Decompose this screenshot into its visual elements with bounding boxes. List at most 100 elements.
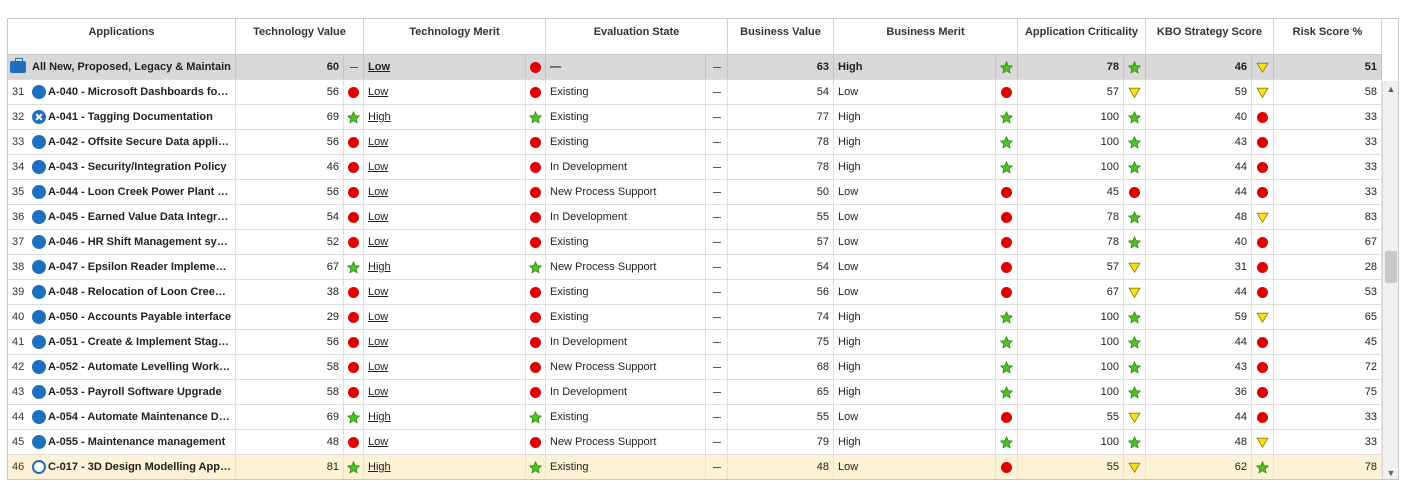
tech-merit[interactable]: Low: [364, 230, 526, 254]
table-row[interactable]: 34 A-043 - Security/Integration Policy 46 L…: [8, 155, 1382, 180]
kbo-score: 44: [1146, 180, 1252, 204]
application-name-text: A-048 - Relocation of Loon Creek Office: [48, 286, 231, 298]
kbo-score-text: 48: [1234, 211, 1247, 223]
application-name[interactable]: A-053 - Payroll Software Upgrade: [30, 380, 236, 404]
column-header-application-criticality[interactable]: Application Criticality: [1018, 19, 1146, 55]
table-row[interactable]: 33 A-042 - Offsite Secure Data applicatio…: [8, 130, 1382, 155]
tech-merit[interactable]: Low: [364, 330, 526, 354]
business-merit-text: High: [838, 111, 861, 123]
application-name[interactable]: C-017 - 3D Design Modelling Application: [30, 455, 236, 479]
row-number-text: 43: [12, 386, 25, 398]
tech-merit-link[interactable]: Low: [368, 336, 388, 348]
tech-merit-link[interactable]: Low: [368, 311, 388, 323]
tech-merit[interactable]: High: [364, 405, 526, 429]
application-name[interactable]: A-051 - Create & Implement Staging: [30, 330, 236, 354]
criticality: 57: [1018, 80, 1124, 104]
summary-row[interactable]: All New, Proposed, Legacy & Maintain 60 Lo…: [8, 55, 1382, 80]
tech-merit-link[interactable]: Low: [368, 286, 388, 298]
scroll-thumb[interactable]: [1385, 251, 1397, 283]
yellow-triangle-icon: [1128, 461, 1141, 474]
tech-merit[interactable]: Low: [364, 205, 526, 229]
tech-merit[interactable]: Low: [364, 280, 526, 304]
column-header-risk-score[interactable]: Risk Score %: [1274, 19, 1382, 55]
application-name[interactable]: A-054 - Automate Maintenance Dispatch: [30, 405, 236, 429]
tech-merit-link[interactable]: High: [368, 461, 391, 473]
column-header-technology-merit[interactable]: Technology Merit: [364, 19, 546, 55]
tech-merit[interactable]: Low: [364, 130, 526, 154]
column-header-applications[interactable]: Applications: [8, 19, 236, 55]
application-name[interactable]: A-055 - Maintenance management: [30, 430, 236, 454]
tech-merit[interactable]: Low: [364, 380, 526, 404]
filled-circle-icon: [32, 285, 46, 299]
business-merit-text: Low: [838, 236, 859, 248]
tech-merit[interactable]: Low: [364, 180, 526, 204]
criticality: 45: [1018, 180, 1124, 204]
application-name[interactable]: A-042 - Offsite Secure Data application: [30, 130, 236, 154]
yellow-triangle-icon: [1128, 411, 1141, 424]
tech-value-icon: [344, 405, 364, 429]
vertical-scrollbar[interactable]: ▲ ▼: [1382, 81, 1398, 479]
risk-score: 33: [1274, 430, 1382, 454]
tech-merit-link[interactable]: Low: [368, 136, 388, 148]
table-row[interactable]: 43 A-053 - Payroll Software Upgrade 58 Low I…: [8, 380, 1382, 405]
column-header-kbo-strategy-score[interactable]: KBO Strategy Score: [1146, 19, 1274, 55]
application-name[interactable]: A-048 - Relocation of Loon Creek Office: [30, 280, 236, 304]
red-circle-icon: [348, 361, 359, 373]
red-circle-icon: [348, 236, 359, 248]
application-name[interactable]: A-044 - Loon Creek Power Plant Upgrade: [30, 180, 236, 204]
table-row[interactable]: 46 C-017 - 3D Design Modelling Applicatio…: [8, 455, 1382, 479]
application-name[interactable]: A-052 - Automate Levelling Workflow: [30, 355, 236, 379]
table-row[interactable]: 41 A-051 - Create & Implement Staging 56 Lo…: [8, 330, 1382, 355]
tech-merit-link[interactable]: Low: [368, 86, 388, 98]
tech-merit-link[interactable]: Low: [368, 361, 388, 373]
tech-merit-link[interactable]: Low: [368, 161, 388, 173]
tech-value-text: 29: [326, 311, 339, 323]
column-header-business-merit[interactable]: Business Merit: [834, 19, 1018, 55]
tech-merit-link[interactable]: Low: [368, 436, 388, 448]
table-row[interactable]: 45 A-055 - Maintenance management 48 Low New…: [8, 430, 1382, 455]
table-row[interactable]: 32 A-041 - Tagging Documentation 69 High Exi…: [8, 105, 1382, 130]
business-merit-text: High: [838, 136, 861, 148]
tech-merit-link[interactable]: Low: [368, 186, 388, 198]
row-number: 33: [8, 130, 30, 154]
application-name[interactable]: A-043 - Security/Integration Policy: [30, 155, 236, 179]
tech-merit[interactable]: High: [364, 255, 526, 279]
table-row[interactable]: 31 A-040 - Microsoft Dashboards for Proje…: [8, 80, 1382, 105]
green-star-icon: [1127, 385, 1142, 399]
application-name[interactable]: A-046 - HR Shift Management system: [30, 230, 236, 254]
criticality-icon: [1124, 80, 1146, 104]
column-header-evaluation-state[interactable]: Evaluation State: [546, 19, 728, 55]
tech-merit[interactable]: Low: [364, 355, 526, 379]
column-header-technology-value[interactable]: Technology Value: [236, 19, 364, 55]
column-header-business-value[interactable]: Business Value: [728, 19, 834, 55]
table-row[interactable]: 35 A-044 - Loon Creek Power Plant Upgrade…: [8, 180, 1382, 205]
red-circle-icon: [1001, 461, 1012, 473]
application-name[interactable]: A-047 - Epsilon Reader Implementation: [30, 255, 236, 279]
tech-merit[interactable]: High: [364, 455, 526, 479]
tech-merit[interactable]: Low: [364, 305, 526, 329]
table-row[interactable]: 37 A-046 - HR Shift Management system 52 Lo…: [8, 230, 1382, 255]
tech-merit-link[interactable]: High: [368, 411, 391, 423]
scroll-down-icon[interactable]: ▼: [1383, 465, 1398, 479]
table-row[interactable]: 42 A-052 - Automate Levelling Workflow 58 L…: [8, 355, 1382, 380]
application-name[interactable]: A-041 - Tagging Documentation: [30, 105, 236, 129]
table-row[interactable]: 36 A-045 - Earned Value Data Integration 5…: [8, 205, 1382, 230]
tech-merit-link[interactable]: High: [368, 111, 391, 123]
application-name[interactable]: A-050 - Accounts Payable interface: [30, 305, 236, 329]
tech-merit[interactable]: Low: [364, 430, 526, 454]
table-row[interactable]: 44 A-054 - Automate Maintenance Dispatch 6…: [8, 405, 1382, 430]
table-row[interactable]: 38 A-047 - Epsilon Reader Implementation 6…: [8, 255, 1382, 280]
table-row[interactable]: 39 A-048 - Relocation of Loon Creek Offic…: [8, 280, 1382, 305]
tech-merit[interactable]: Low: [364, 155, 526, 179]
tech-merit-link[interactable]: Low: [368, 386, 388, 398]
tech-merit-link[interactable]: Low: [368, 236, 388, 248]
tech-merit[interactable]: High: [364, 105, 526, 129]
scroll-up-icon[interactable]: ▲: [1383, 81, 1398, 97]
tech-merit[interactable]: Low: [368, 61, 390, 73]
tech-merit-link[interactable]: Low: [368, 211, 388, 223]
tech-merit-link[interactable]: High: [368, 261, 391, 273]
tech-merit[interactable]: Low: [364, 80, 526, 104]
table-row[interactable]: 40 A-050 - Accounts Payable interface 29 Lo…: [8, 305, 1382, 330]
application-name[interactable]: A-045 - Earned Value Data Integration: [30, 205, 236, 229]
application-name[interactable]: A-040 - Microsoft Dashboards for Project…: [30, 80, 236, 104]
